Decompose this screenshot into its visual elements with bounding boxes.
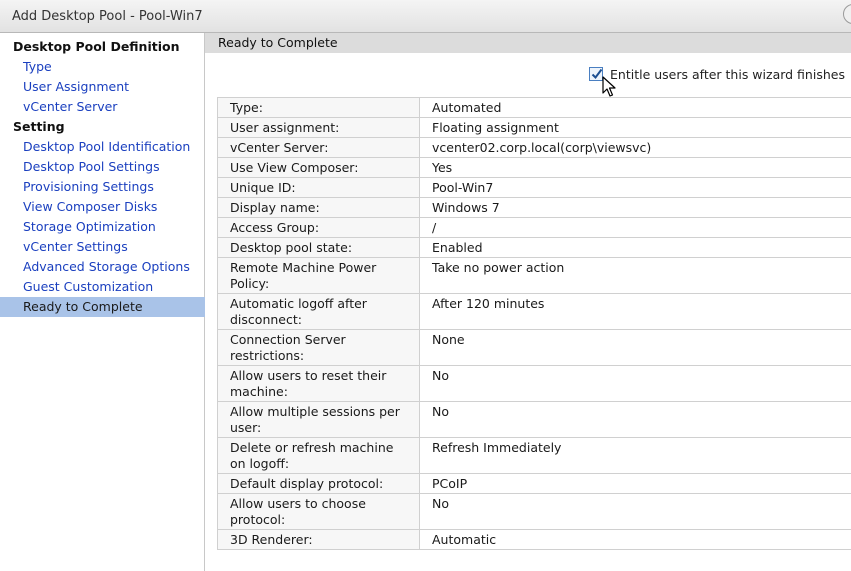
sidebar-item-advanced-storage[interactable]: Advanced Storage Options — [0, 257, 227, 277]
window-title: Add Desktop Pool - Pool-Win7 — [12, 9, 203, 24]
summary-key: Default display protocol: — [217, 473, 420, 494]
sidebar-item-vcenter-settings[interactable]: vCenter Settings — [0, 237, 227, 257]
summary-value: Enabled — [419, 237, 851, 258]
summary-value: Yes — [419, 157, 851, 178]
summary-row: 3D Renderer: Automatic — [217, 529, 851, 550]
sidebar-heading-pool-definition: Desktop Pool Definition — [13, 39, 180, 54]
summary-row: Default display protocol: PCoIP — [217, 473, 851, 494]
summary-row: vCenter Server: vcenter02.corp.local(corp… — [217, 137, 851, 158]
summary-key: 3D Renderer: — [217, 529, 420, 550]
sidebar-item-user-assignment[interactable]: User Assignment — [0, 77, 227, 97]
sidebar-item-storage-optimization[interactable]: Storage Optimization — [0, 217, 227, 237]
summary-key: User assignment: — [217, 117, 420, 138]
title-bar: Add Desktop Pool - Pool-Win7 — [0, 0, 851, 33]
page-title: Ready to Complete — [205, 33, 851, 53]
summary-row: Use View Composer: Yes — [217, 157, 851, 178]
summary-row: Unique ID: Pool-Win7 — [217, 177, 851, 198]
summary-key: Allow users to reset their machine: — [217, 365, 420, 402]
summary-key: Desktop pool state: — [217, 237, 420, 258]
mouse-cursor-icon — [602, 76, 616, 97]
summary-key: Type: — [217, 97, 420, 118]
sidebar-item-pool-identification[interactable]: Desktop Pool Identification — [0, 137, 227, 157]
sidebar-item-pool-settings[interactable]: Desktop Pool Settings — [0, 157, 227, 177]
summary-row: Delete or refresh machine on logoff: Refr… — [217, 437, 851, 474]
summary-row: Allow users to reset their machine: No — [217, 365, 851, 402]
entitle-checkbox[interactable] — [589, 67, 603, 81]
summary-row: Remote Machine Power Policy: Take no powe… — [217, 257, 851, 294]
summary-key: Display name: — [217, 197, 420, 218]
summary-key: vCenter Server: — [217, 137, 420, 158]
summary-key: Allow users to choose protocol: — [217, 493, 420, 530]
sidebar-heading-setting: Setting — [13, 119, 65, 134]
summary-value: No — [419, 401, 851, 438]
summary-value: Refresh Immediately — [419, 437, 851, 474]
summary-value: Floating assignment — [419, 117, 851, 138]
summary-key: Use View Composer: — [217, 157, 420, 178]
summary-value: Windows 7 — [419, 197, 851, 218]
sidebar-item-vcenter-server[interactable]: vCenter Server — [0, 97, 227, 117]
sidebar-item-composer-disks[interactable]: View Composer Disks — [0, 197, 227, 217]
summary-value: After 120 minutes — [419, 293, 851, 330]
summary-row: Allow multiple sessions per user: No — [217, 401, 851, 438]
summary-key: Access Group: — [217, 217, 420, 238]
sidebar-item-type[interactable]: Type — [0, 57, 227, 77]
summary-row: Allow users to choose protocol: No — [217, 493, 851, 530]
summary-row: Display name: Windows 7 — [217, 197, 851, 218]
wizard-sidebar: Desktop Pool Definition Type User Assign… — [0, 33, 227, 571]
summary-row: Access Group: / — [217, 217, 851, 238]
summary-row: Desktop pool state: Enabled — [217, 237, 851, 258]
sidebar-item-ready-to-complete[interactable]: Ready to Complete — [0, 297, 227, 317]
summary-value: PCoIP — [419, 473, 851, 494]
sidebar-item-provisioning-settings[interactable]: Provisioning Settings — [0, 177, 227, 197]
summary-row: Automatic logoff after disconnect: After … — [217, 293, 851, 330]
summary-value: Pool-Win7 — [419, 177, 851, 198]
summary-row: Type: Automated — [217, 97, 851, 118]
entitle-checkbox-label[interactable]: Entitle users after this wizard finishes — [610, 67, 845, 82]
summary-key: Automatic logoff after disconnect: — [217, 293, 420, 330]
summary-value: vcenter02.corp.local(corp\viewsvc) — [419, 137, 851, 158]
summary-key: Allow multiple sessions per user: — [217, 401, 420, 438]
summary-key: Unique ID: — [217, 177, 420, 198]
summary-row: User assignment: Floating assignment — [217, 117, 851, 138]
summary-key: Delete or refresh machine on logoff: — [217, 437, 420, 474]
summary-key: Remote Machine Power Policy: — [217, 257, 420, 294]
sidebar-item-guest-customization[interactable]: Guest Customization — [0, 277, 227, 297]
summary-value: Automatic — [419, 529, 851, 550]
summary-value: No — [419, 493, 851, 530]
close-icon[interactable] — [843, 4, 851, 24]
summary-value: No — [419, 365, 851, 402]
summary-value: Automated — [419, 97, 851, 118]
summary-key: Connection Server restrictions: — [217, 329, 420, 366]
summary-value: Take no power action — [419, 257, 851, 294]
main-panel: Ready to Complete Entitle users after th… — [205, 33, 851, 571]
summary-table: Type: Automated User assignment: Floating a… — [217, 97, 851, 550]
summary-row: Connection Server restrictions: None — [217, 329, 851, 366]
summary-value: None — [419, 329, 851, 366]
summary-value: / — [419, 217, 851, 238]
